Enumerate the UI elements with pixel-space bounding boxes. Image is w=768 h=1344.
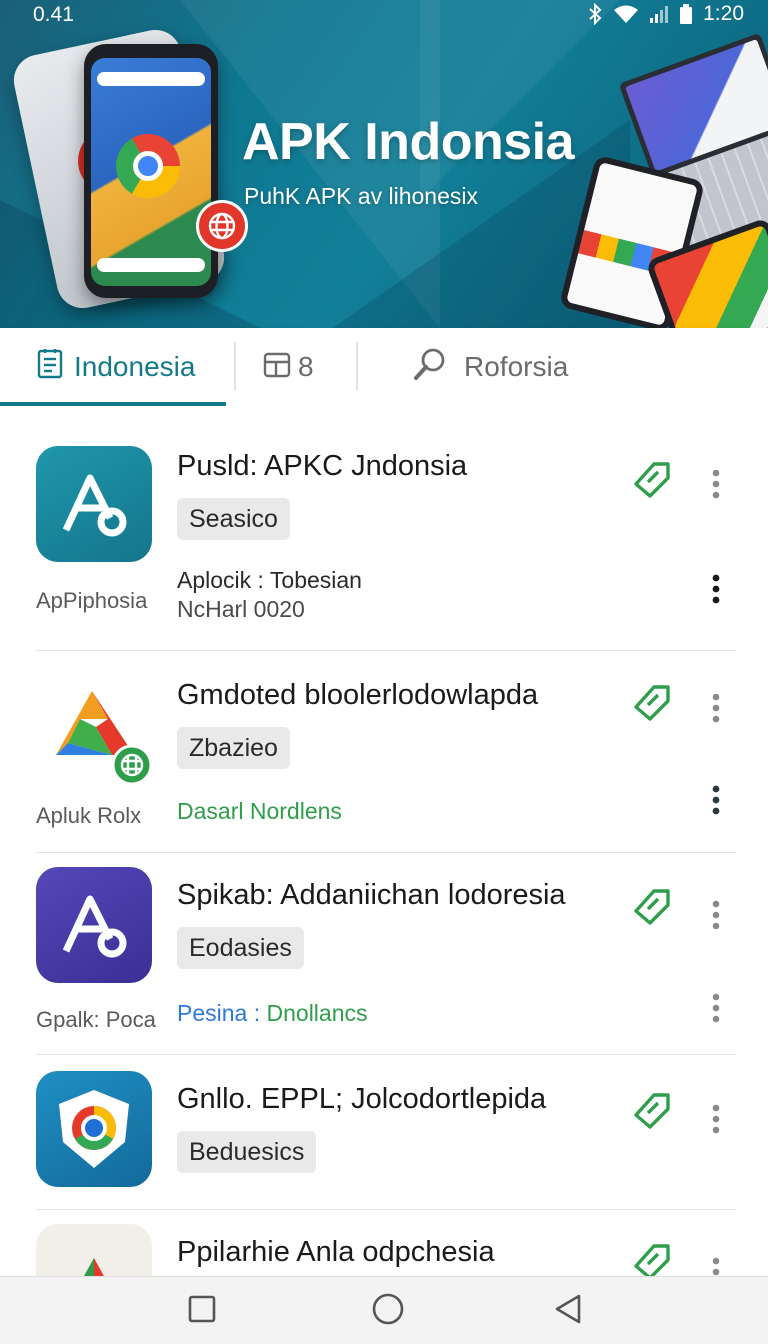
list-item[interactable]: Pusld: APKC Jndonsia Seasico ApPiphosia … <box>0 406 768 651</box>
list-item[interactable]: Gmdoted bloolerlodowlapda Zbazieo Apluk … <box>0 651 768 853</box>
back-button[interactable] <box>548 1291 588 1331</box>
download-tag-icon <box>630 681 674 730</box>
app-list: Pusld: APKC Jndonsia Seasico ApPiphosia … <box>0 406 768 1276</box>
triangle-globe-icon <box>36 673 152 789</box>
list-item[interactable]: Ppilarhie Anla odpchesia <box>0 1210 768 1276</box>
status-time-left: 0.41 <box>33 3 74 26</box>
list-item[interactable]: Spikab: Addaniichan lodoresia Eodasies G… <box>0 853 768 1055</box>
system-navigation-bar <box>0 1276 768 1344</box>
meta-value: Dnollancs <box>266 1000 368 1026</box>
tab-indonesia[interactable]: Indonesia <box>0 328 226 406</box>
more-vert-icon <box>712 1104 720 1139</box>
download-tag-icon <box>630 885 674 934</box>
more-options-button[interactable] <box>700 1101 732 1141</box>
recents-button[interactable] <box>182 1291 222 1331</box>
app-title: Gmdoted bloolerlodowlapda <box>177 679 539 711</box>
banner-subtitle: PuhK APK av lihonesix <box>244 183 478 209</box>
tab-8[interactable]: 8 <box>262 328 352 406</box>
category-chip[interactable]: Zbazieo <box>177 727 290 769</box>
signal-icon <box>649 4 669 24</box>
tab-roforsia[interactable]: Roforsia <box>412 328 612 406</box>
battery-icon <box>679 3 693 25</box>
more-vert-icon <box>712 900 720 935</box>
more-vert-icon <box>712 1257 720 1277</box>
app-title: Ppilarhie Anla odpchesia <box>177 1236 495 1268</box>
app-title: Spikab: Addaniichan lodoresia <box>177 879 566 911</box>
home-button[interactable] <box>368 1291 408 1331</box>
triangle-icon <box>36 1224 152 1276</box>
meta-label: Pesina : <box>177 1000 261 1026</box>
header-banner: 0.41 1:20 APK Indonsia PuhK APK av lihon… <box>0 0 768 328</box>
more-options-button[interactable] <box>700 1254 732 1276</box>
app-meta-line: NcHarl 0020 <box>177 596 305 622</box>
app-meta-line: Dasarl Nordlens <box>177 798 342 824</box>
download-button[interactable] <box>628 1240 676 1276</box>
download-tag-icon <box>630 1089 674 1138</box>
tab-label: Indonesia <box>74 351 196 382</box>
tab-label: 8 <box>298 351 314 382</box>
apk-a-icon <box>36 867 152 983</box>
more-options-button[interactable] <box>700 990 732 1030</box>
chrome-shield-icon <box>36 1071 152 1187</box>
more-vert-icon <box>712 574 720 609</box>
download-tag-icon <box>630 458 674 507</box>
tab-bar: Indonesia 8 Roforsia <box>0 328 768 406</box>
status-bar: 0.41 1:20 <box>0 0 768 30</box>
app-meta-line: Pesina : Dnollancs <box>177 999 368 1028</box>
globe-icon <box>196 200 248 252</box>
layout-icon <box>262 349 292 386</box>
app-publisher: Gpalk: Poca <box>36 1007 156 1032</box>
banner-title: APK Indonsia <box>242 113 575 171</box>
search-icon <box>412 346 448 389</box>
app-publisher: ApPiphosia <box>36 588 148 613</box>
square-icon <box>187 1294 217 1329</box>
more-options-button[interactable] <box>700 466 732 506</box>
more-options-button[interactable] <box>700 690 732 730</box>
bluetooth-icon <box>587 3 603 25</box>
browser-logo-icon <box>116 134 180 198</box>
download-button[interactable] <box>628 1089 676 1137</box>
tab-label: Roforsia <box>464 351 569 382</box>
app-publisher: Apluk Rolx <box>36 803 142 828</box>
download-button[interactable] <box>628 681 676 729</box>
download-tag-icon <box>630 1240 674 1276</box>
category-chip[interactable]: Beduesics <box>177 1131 317 1173</box>
list-item[interactable]: Gnllo. EPPL; Jolcodortlepida Beduesics <box>0 1055 768 1210</box>
category-chip[interactable]: Seasico <box>177 498 290 540</box>
back-triangle-icon <box>553 1293 583 1330</box>
status-time-right: 1:20 <box>703 2 744 25</box>
app-title: Gnllo. EPPL; Jolcodortlepida <box>177 1083 547 1115</box>
more-options-button[interactable] <box>700 897 732 937</box>
more-options-button[interactable] <box>700 782 732 822</box>
apk-a-icon <box>36 446 152 562</box>
tab-divider <box>356 342 358 390</box>
app-title: Pusld: APKC Jndonsia <box>177 450 468 482</box>
more-vert-icon <box>712 993 720 1028</box>
more-vert-icon <box>712 469 720 504</box>
download-button[interactable] <box>628 458 676 506</box>
more-vert-icon <box>712 693 720 728</box>
more-vert-icon <box>712 785 720 820</box>
category-chip[interactable]: Eodasies <box>177 927 304 969</box>
circle-icon <box>371 1292 405 1331</box>
app-meta-line: Aplocik : Tobesian <box>177 567 362 593</box>
tab-divider <box>234 342 236 390</box>
wifi-icon <box>613 4 639 24</box>
document-icon <box>36 348 64 387</box>
more-options-button[interactable] <box>700 571 732 611</box>
download-button[interactable] <box>628 885 676 933</box>
